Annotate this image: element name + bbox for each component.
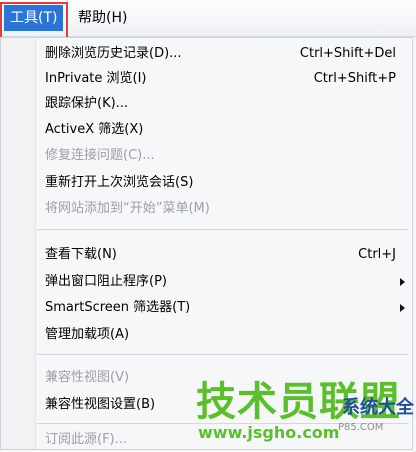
menu-item-label: 兼容性视图(V) bbox=[45, 370, 130, 385]
watermark-side: 系统大全 bbox=[342, 397, 414, 418]
menu-item-label: InPrivate 浏览(I) bbox=[45, 71, 147, 86]
menu-item-shortcut: Ctrl+Shift+Del bbox=[299, 46, 396, 61]
menu-separator bbox=[37, 354, 409, 355]
menu-item-view-downloads[interactable]: 查看下载(N) Ctrl+J bbox=[1, 243, 414, 267]
submenu-arrow-icon bbox=[400, 304, 405, 312]
menu-help[interactable]: 帮助(H) bbox=[72, 5, 133, 31]
menu-item-reopen-session[interactable]: 重新打开上次浏览会话(S) bbox=[1, 171, 414, 195]
menu-separator bbox=[37, 229, 409, 230]
menu-item-label: 删除浏览历史记录(D)... bbox=[45, 46, 182, 61]
menu-item-delete-history[interactable]: 删除浏览历史记录(D)... Ctrl+Shift+Del bbox=[1, 42, 414, 66]
highlight-outline bbox=[0, 2, 68, 39]
menu-item-smartscreen[interactable]: SmartScreen 筛选器(T) bbox=[1, 296, 414, 320]
menu-item-label: 查看下载(N) bbox=[45, 247, 117, 262]
menu-item-label: 弹出窗口阻止程序(P) bbox=[45, 274, 167, 289]
watermark: 技术员联盟 www.jsgho.com 系统大全 P85.COM bbox=[188, 380, 414, 446]
menu-item-activex-filter[interactable]: ActiveX 筛选(X) bbox=[1, 118, 414, 142]
menu-item-label: 重新打开上次浏览会话(S) bbox=[45, 175, 194, 190]
menu-item-tracking-protection[interactable]: 跟踪保护(K)... bbox=[1, 92, 414, 116]
watermark-tiny: P85.COM bbox=[338, 422, 384, 433]
menu-item-fix-connection: 修复连接问题(C)... bbox=[1, 144, 414, 168]
menu-item-inprivate[interactable]: InPrivate 浏览(I) Ctrl+Shift+P bbox=[1, 67, 414, 91]
menu-item-label: 跟踪保护(K)... bbox=[45, 96, 129, 111]
menu-item-label: 兼容性视图设置(B) bbox=[45, 397, 156, 412]
menu-item-manage-addons[interactable]: 管理加载项(A) bbox=[1, 323, 414, 347]
menu-bar: 工具(T) 帮助(H) bbox=[0, 0, 416, 39]
menu-item-label: 将网站添加到“开始”菜单(M) bbox=[45, 201, 210, 216]
menu-item-label: 订阅此源(F)... bbox=[45, 432, 128, 447]
watermark-site: www.jsgho.com bbox=[198, 423, 340, 442]
menu-item-popup-blocker[interactable]: 弹出窗口阻止程序(P) bbox=[1, 270, 414, 294]
menu-item-add-to-start-menu: 将网站添加到“开始”菜单(M) bbox=[1, 197, 414, 221]
menu-item-shortcut: Ctrl+J bbox=[358, 247, 396, 262]
menu-item-label: SmartScreen 筛选器(T) bbox=[45, 300, 191, 315]
menu-item-label: ActiveX 筛选(X) bbox=[45, 122, 144, 137]
menu-item-label: 管理加载项(A) bbox=[45, 327, 130, 342]
menu-item-shortcut: Ctrl+Shift+P bbox=[313, 71, 396, 86]
submenu-arrow-icon bbox=[400, 278, 405, 286]
menu-item-label: 修复连接问题(C)... bbox=[45, 148, 155, 163]
